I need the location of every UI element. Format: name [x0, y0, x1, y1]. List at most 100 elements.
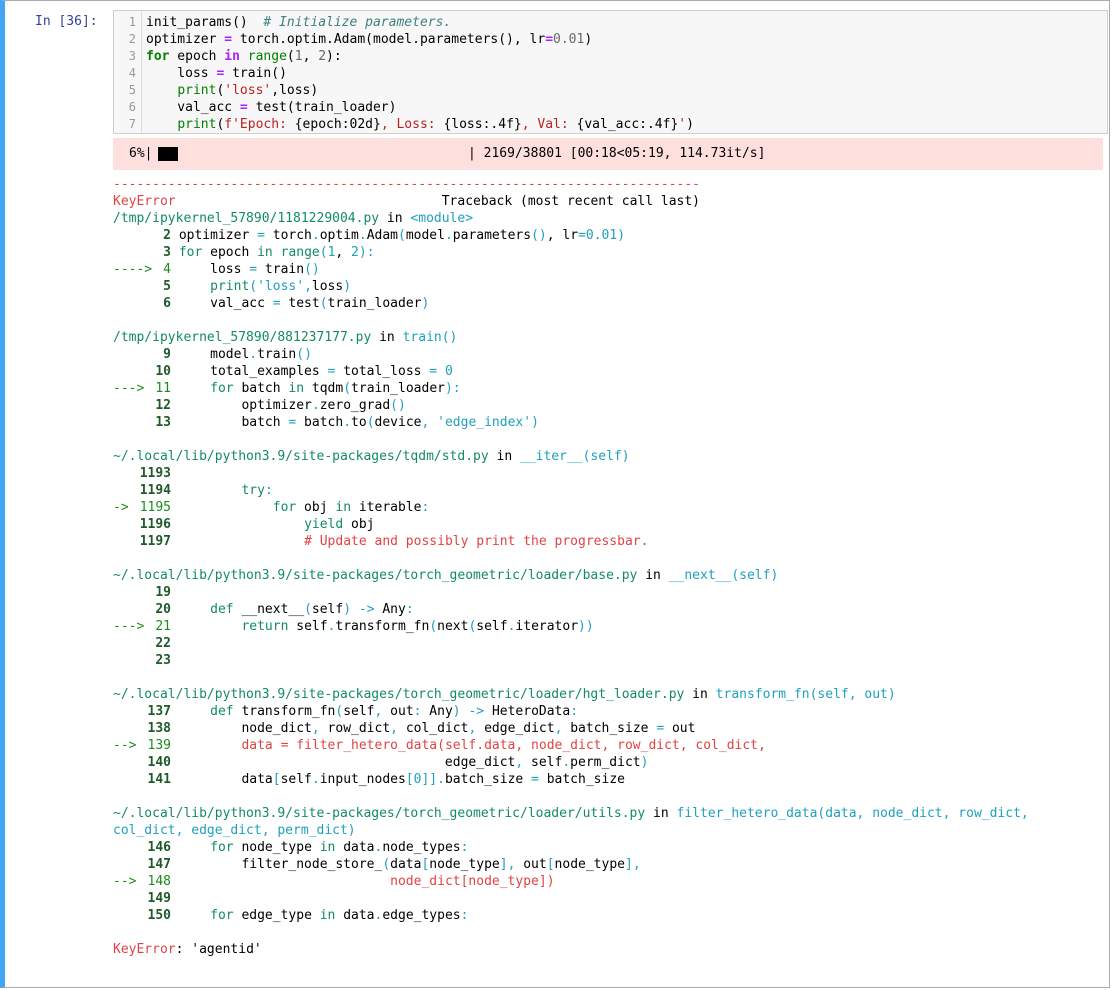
traceback-token: optim [319, 228, 359, 243]
traceback-token: ( [319, 245, 328, 260]
traceback-token: ( [343, 381, 352, 396]
traceback-line-number: 22 [155, 636, 171, 651]
code-token: val_acc [146, 100, 240, 115]
traceback-token: node_dict [171, 721, 312, 736]
traceback-token: Adam [366, 228, 398, 243]
traceback-token: () [531, 228, 547, 243]
traceback-token: def [210, 704, 234, 719]
traceback-line-number: 19 [155, 585, 171, 600]
traceback-token: node_dict[node_type]) [390, 874, 555, 889]
traceback-token: , [335, 245, 352, 260]
traceback-token: ]] [421, 772, 438, 787]
code-token: f'Epoch: [224, 117, 295, 132]
code-token: = [545, 32, 554, 47]
traceback-token: )) [578, 619, 594, 634]
traceback-line-number: 1193 [139, 466, 171, 481]
traceback-token: . [358, 228, 367, 243]
notebook-cell[interactable]: In [36]: 1234567 init_params() # Initial… [0, 0, 1110, 988]
traceback-token: batch [233, 381, 289, 396]
code-token: 2 [318, 49, 327, 64]
traceback-token: , [632, 857, 641, 872]
traceback-line-number: 9 [163, 347, 171, 362]
traceback-token: = [429, 364, 438, 379]
traceback-token: device [374, 415, 422, 430]
traceback-token: (self) [582, 449, 630, 464]
traceback-token: = [272, 296, 281, 311]
line-number: 1 [128, 15, 136, 29]
traceback-line-number: 137 [147, 704, 171, 719]
traceback-token [171, 738, 241, 753]
code-line: val_acc = test(train_loader) [146, 99, 396, 116]
traceback-line-number: 1194 [139, 483, 171, 498]
traceback-token: for [272, 500, 297, 515]
traceback-token: = [257, 228, 265, 243]
traceback-line: col_dict, edge_dict, perm_dict) [113, 822, 356, 839]
code-token: {loss:.4f} [443, 117, 522, 132]
traceback-token [171, 840, 210, 855]
traceback-line-number: 3 [163, 245, 171, 260]
traceback-token: HeteroData [491, 704, 571, 719]
traceback-token [171, 517, 304, 532]
traceback-token: range [272, 245, 320, 260]
traceback-token: ( [304, 602, 312, 617]
traceback-line: 150 for edge_type in data.edge_types: [113, 907, 469, 924]
traceback-token [171, 704, 210, 719]
traceback-token: filter_node_store_ [171, 857, 383, 872]
traceback-token: perm_dict [570, 755, 641, 770]
traceback-token: ~/.local/lib/python3.9/site-packages/tor… [113, 568, 638, 583]
traceback-line: 23 [113, 652, 171, 669]
code-line: print(f'Epoch: {epoch:02d}, Loss: {loss:… [146, 116, 694, 133]
traceback-token: = [531, 772, 539, 787]
traceback-line: 140 edge_dict, self.perm_dict) [113, 754, 649, 771]
traceback-token: : [460, 908, 469, 923]
code-token: test(train_loader) [247, 100, 397, 115]
traceback-line: 9 model.train() [113, 346, 312, 363]
traceback-line: ---> 21 return self.transform_fn(next(sel… [113, 618, 594, 635]
traceback-token: <module> [410, 211, 474, 226]
traceback-token: epoch [202, 245, 258, 260]
code-line: print('loss',loss) [146, 82, 318, 99]
code-line: init_params() # Initialize parameters. [146, 14, 451, 31]
traceback-token: row_dict [327, 721, 391, 736]
traceback-token: . [311, 228, 320, 243]
code-token: # Initialize parameters. [263, 15, 452, 30]
traceback-token: node_type [429, 857, 500, 872]
traceback-token: __next__ [668, 568, 732, 583]
traceback-token: ) [452, 704, 461, 719]
traceback-line-number: 12 [155, 398, 171, 413]
traceback-token: = [656, 721, 665, 736]
traceback-line: 146 for node_type in data.node_types: [113, 839, 469, 856]
progress-status: | 2169/38801 [00:18<05:19, 114.73it/s] [468, 146, 766, 161]
code-token: , [302, 49, 319, 64]
traceback-token: . [311, 772, 320, 787]
traceback-token: test [280, 296, 320, 311]
traceback-token: edge_type [233, 908, 320, 923]
traceback-token: batch [171, 415, 289, 430]
traceback-token: train [257, 347, 297, 362]
code-editor[interactable]: 1234567 init_params() # Initialize param… [113, 10, 1108, 134]
traceback-line: -> 1195 for obj in iterable: [113, 499, 429, 516]
traceback-arrow: --> [113, 874, 137, 889]
traceback-token: batch [296, 415, 344, 430]
traceback-line: 137 def transform_fn(self, out: Any) -> … [113, 703, 579, 720]
traceback-token: ) [343, 279, 352, 294]
traceback-token [171, 874, 390, 889]
traceback-token: try [241, 483, 265, 498]
traceback-token: () [296, 347, 312, 362]
traceback-line-number: 21 [155, 619, 171, 634]
traceback-line: 6 val_acc = test(train_loader) [113, 295, 429, 312]
code-token: = [239, 100, 248, 115]
traceback-token: : [405, 602, 414, 617]
traceback-token: in [645, 806, 677, 821]
traceback-token: col_dict [405, 721, 469, 736]
line-number: 7 [128, 117, 136, 131]
traceback-token: , [390, 721, 406, 736]
code-token: for [146, 49, 170, 64]
traceback-token: , [507, 857, 524, 872]
traceback-token: filter_hetero_data(data, node_dict, row_… [676, 806, 1029, 821]
code-token: ( [286, 49, 295, 64]
traceback-line: KeyError: 'agentid' [113, 941, 262, 958]
code-token: , Loss: [380, 117, 444, 132]
code-token: {val_acc:.4f} [576, 117, 679, 132]
